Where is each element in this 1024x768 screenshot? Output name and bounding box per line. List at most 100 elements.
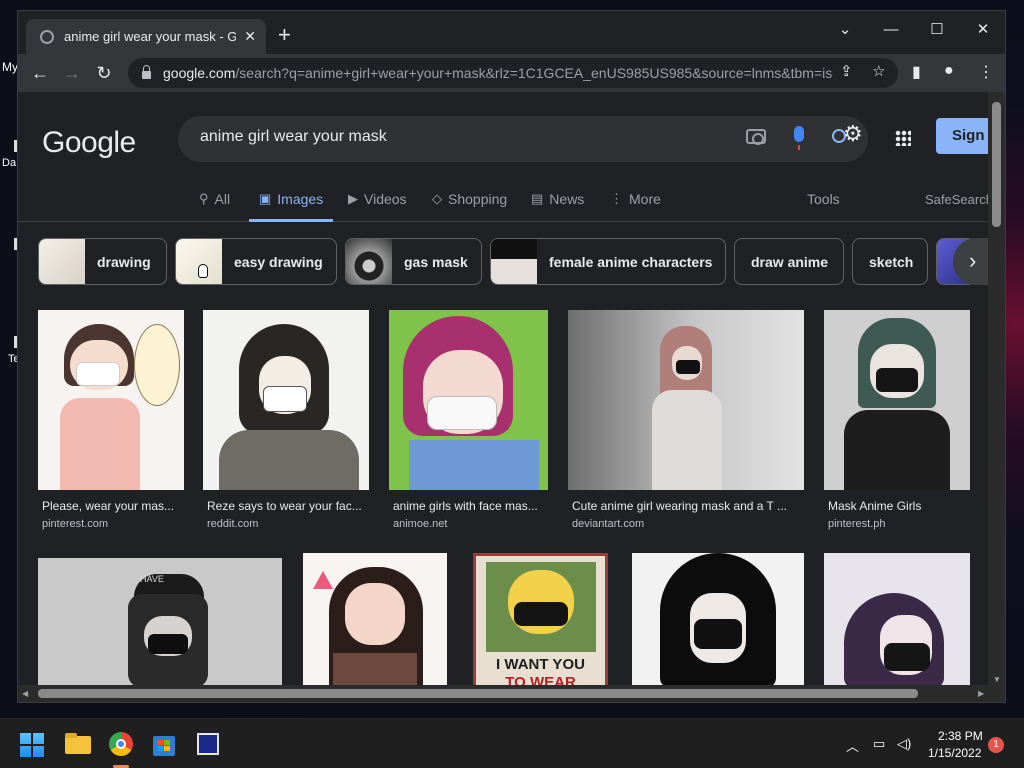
result-title[interactable]: Reze says to wear your fac... [207, 499, 367, 513]
clock-time[interactable]: 2:38 PM [938, 729, 983, 743]
url-text[interactable]: google.com/search?q=anime+girl+wear+your… [163, 65, 833, 81]
search-box[interactable] [178, 116, 868, 162]
clock-date[interactable]: 1/15/2022 [928, 746, 981, 760]
image-result[interactable]: HAVE [38, 558, 282, 687]
result-source[interactable]: pinterest.ph [828, 518, 885, 530]
search-results-page: Google ⚙ Sign in ⚲All ▣Images ▶Videos ◇S… [18, 92, 990, 687]
apps-grid-icon[interactable] [895, 130, 911, 146]
result-image[interactable] [303, 553, 447, 687]
image-result[interactable] [632, 553, 804, 687]
camera-icon[interactable] [746, 129, 766, 145]
more-dots-icon: ⋮ [610, 191, 623, 206]
result-title[interactable]: Cute anime girl wearing mask and a T ... [572, 499, 802, 513]
volume-icon[interactable]: ◁) [897, 736, 911, 752]
search-type-tabs: ⚲ All ▣ Images ▶ Videos ◇ Shopping ▤ News ⋮ Mo… [18, 180, 990, 222]
tab-all[interactable]: ⚲ All [199, 191, 230, 222]
result-source[interactable]: animoe.net [393, 518, 447, 530]
image-result[interactable]: Reze says to wear your fac... reddit.com [203, 310, 369, 535]
mouse-cursor [198, 264, 208, 278]
image-result[interactable]: I WANT YOU TO WEAR [473, 553, 608, 687]
result-image[interactable] [824, 553, 970, 687]
close-tab-icon[interactable]: ✕ [244, 28, 256, 45]
horizontal-scrollbar[interactable]: ◀ ▶ [18, 685, 1005, 702]
microphone-icon[interactable] [794, 126, 804, 150]
result-image[interactable] [824, 310, 970, 490]
browser-toolbar: ← → ↻ google.com/search?q=anime+girl+wea… [18, 54, 1005, 92]
chip-drawing[interactable]: drawing [38, 238, 167, 285]
desktop-icon-label[interactable]: Da [2, 157, 16, 169]
maximize-button[interactable]: ☐ [914, 17, 960, 43]
tab-strip: anime girl wear your mask - Google Searc… [18, 11, 1005, 54]
chevron-up-icon[interactable]: ︿ [846, 736, 859, 755]
chip-draw-anime[interactable]: draw anime [734, 238, 844, 285]
image-result[interactable]: Mask Anime Girls pinterest.ph [824, 310, 970, 535]
vertical-scrollbar[interactable]: ▼ [988, 92, 1005, 687]
chip-sketch[interactable]: sketch [852, 238, 928, 285]
chip-gas-mask[interactable]: gas mask [345, 238, 482, 285]
app-icon[interactable] [192, 728, 224, 760]
chrome-menu-icon[interactable]: ⋮ [978, 62, 994, 82]
result-source[interactable]: reddit.com [207, 518, 258, 530]
result-image[interactable] [203, 310, 369, 490]
sign-in-button[interactable]: Sign in [936, 118, 990, 154]
result-source[interactable]: deviantart.com [572, 518, 644, 530]
image-icon: ▣ [259, 191, 272, 206]
image-result[interactable]: anime girls with face mas... animoe.net [389, 310, 548, 535]
tab-news[interactable]: ▤ News [531, 191, 584, 222]
result-title[interactable]: anime girls with face mas... [393, 499, 545, 513]
lock-icon[interactable] [142, 65, 151, 79]
result-title[interactable]: Mask Anime Girls [828, 499, 968, 513]
chip-female-anime-characters[interactable]: female anime characters [490, 238, 726, 285]
result-title[interactable]: Please, wear your mas... [42, 499, 182, 513]
globe-icon [40, 29, 54, 44]
share-icon[interactable]: ⇪ [840, 62, 853, 80]
result-source[interactable]: pinterest.com [42, 518, 108, 530]
news-icon: ▤ [531, 191, 544, 206]
result-image[interactable] [632, 553, 804, 687]
address-bar[interactable]: google.com/search?q=anime+girl+wear+your… [128, 58, 898, 88]
scroll-down-arrow[interactable]: ▼ [993, 675, 1001, 684]
network-icon[interactable]: ▭ [873, 736, 885, 752]
windows-start-icon[interactable] [20, 733, 44, 757]
back-button[interactable]: ← [28, 61, 52, 85]
result-image[interactable]: HAVE [38, 558, 282, 687]
result-image[interactable] [389, 310, 548, 490]
reload-button[interactable]: ↻ [92, 61, 116, 85]
gear-icon[interactable]: ⚙ [843, 121, 863, 147]
tab-search-button[interactable]: ⌄ [822, 17, 868, 43]
desktop-icon-label[interactable]: My [2, 60, 18, 74]
image-result[interactable] [303, 553, 447, 687]
file-explorer-icon[interactable] [62, 728, 94, 760]
chrome-icon[interactable] [105, 728, 137, 760]
image-result[interactable]: Please, wear your mas... pinterest.com [38, 310, 184, 535]
image-result[interactable] [824, 553, 970, 687]
browser-tab[interactable]: anime girl wear your mask - Google Searc… [26, 19, 266, 54]
tab-more[interactable]: ⋮ More [610, 191, 661, 222]
bookmark-star-icon[interactable]: ☆ [872, 62, 885, 80]
result-image[interactable] [568, 310, 804, 490]
tab-images[interactable]: ▣ Images [249, 191, 334, 222]
result-image[interactable] [38, 310, 184, 490]
tab-shopping[interactable]: ◇ Shopping [432, 191, 507, 222]
horizontal-scroll-thumb[interactable] [38, 689, 918, 698]
tab-videos[interactable]: ▶ Videos [348, 191, 407, 222]
google-logo[interactable]: Google [42, 126, 136, 160]
result-image[interactable]: I WANT YOU TO WEAR [473, 553, 608, 687]
notification-badge[interactable]: 1 [988, 737, 1004, 753]
close-window-button[interactable]: ✕ [960, 17, 1005, 43]
minimize-button[interactable]: — [868, 17, 914, 43]
new-tab-button[interactable]: + [278, 24, 291, 46]
safesearch-button[interactable]: SafeSearch [925, 192, 990, 207]
vertical-scroll-thumb[interactable] [992, 102, 1001, 227]
microsoft-store-icon[interactable] [148, 728, 180, 760]
tools-button[interactable]: Tools [807, 191, 840, 207]
scroll-right-arrow[interactable]: ▶ [978, 689, 984, 698]
forward-button[interactable]: → [60, 61, 84, 85]
image-result[interactable]: Cute anime girl wearing mask and a T ...… [568, 310, 804, 535]
chip-thumbnail [39, 239, 85, 284]
search-input[interactable] [200, 128, 720, 146]
chip-easy-drawing[interactable]: easy drawing [175, 238, 337, 285]
side-panel-icon[interactable]: ▮ [912, 62, 921, 82]
profile-icon[interactable]: ● [944, 62, 954, 80]
scroll-left-arrow[interactable]: ◀ [22, 689, 28, 698]
